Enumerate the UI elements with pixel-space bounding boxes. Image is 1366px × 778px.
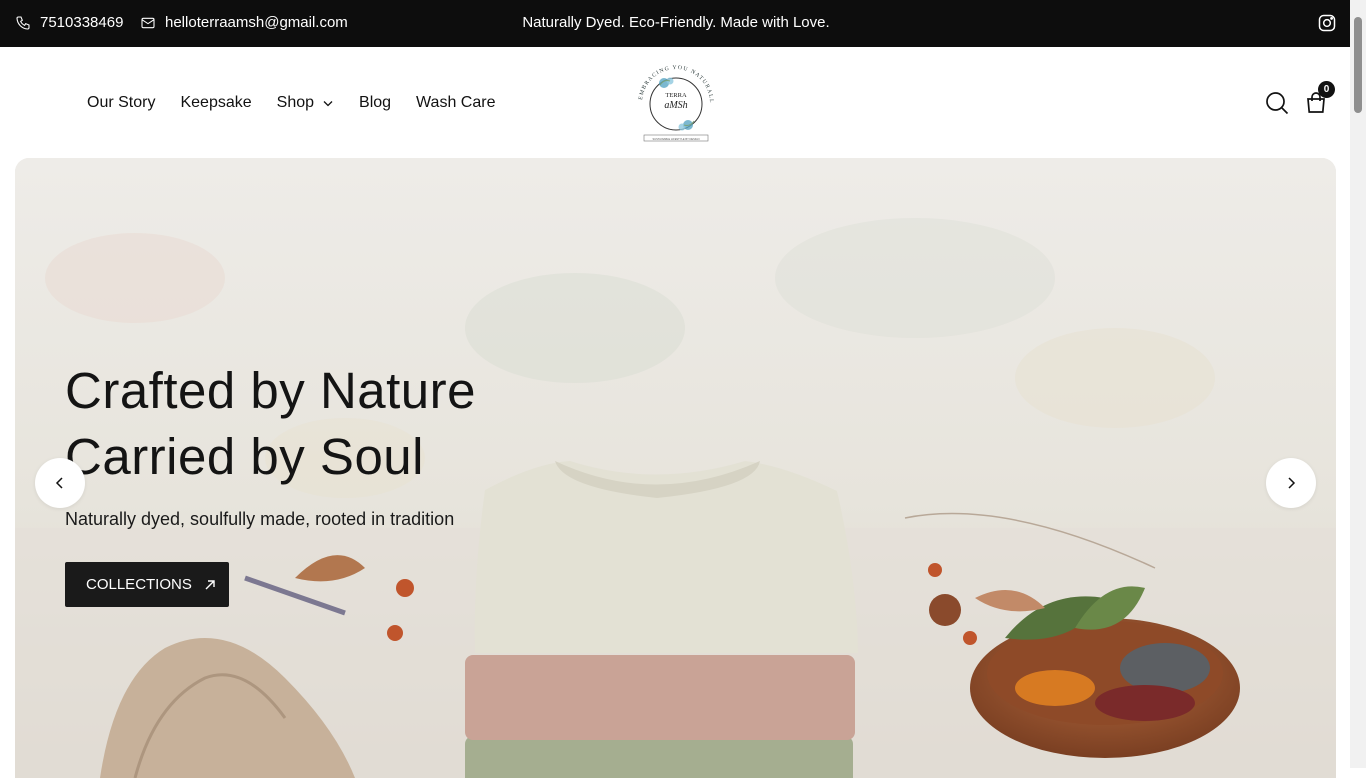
arrow-up-right-icon	[205, 579, 215, 589]
hero-title-line1: Crafted by Nature	[65, 362, 477, 419]
site-header: Our Story Keepsake Shop Blog Wash Care E…	[0, 47, 1350, 158]
nav-label[interactable]: Keepsake	[180, 94, 251, 112]
collections-button[interactable]: COLLECTIONS	[65, 562, 229, 607]
announcement-bar: 7510338469 helloterraamsh@gmail.com Natu…	[0, 0, 1366, 47]
scrollbar-thumb[interactable]	[1354, 17, 1362, 113]
logo-brand-line1: TERRA	[665, 92, 687, 99]
hero-title: Crafted by Nature Carried by Soul	[65, 358, 476, 490]
nav-keepsake[interactable]: Keepsake	[180, 94, 251, 112]
chevron-left-icon	[55, 477, 63, 489]
nav-our-story[interactable]: Our Story	[87, 94, 155, 112]
main-nav: Our Story Keepsake Shop Blog Wash Care	[87, 94, 495, 112]
instagram-icon[interactable]	[1317, 13, 1337, 33]
page-scrollbar[interactable]	[1350, 0, 1366, 768]
hero-title-line2: Carried by Soul	[65, 428, 424, 485]
nav-shop[interactable]: Shop	[277, 94, 334, 112]
nav-blog[interactable]: Blog	[359, 94, 391, 112]
chevron-right-icon	[1288, 477, 1296, 489]
hero-slideshow: Crafted by Nature Carried by Soul Natura…	[15, 158, 1336, 778]
chevron-down-icon	[323, 101, 333, 107]
cart-count-badge: 0	[1318, 81, 1335, 98]
hero-subtitle: Naturally dyed, soulfully made, rooted i…	[65, 509, 455, 529]
nav-label[interactable]: Our Story	[87, 94, 155, 112]
brand-logo[interactable]: EMBRACING YOU NATURALLY TERRA aMSh SUSTA…	[632, 59, 720, 145]
nav-wash-care[interactable]: Wash Care	[416, 94, 495, 112]
announcement-text: Naturally Dyed. Eco-Friendly. Made with …	[522, 14, 830, 31]
next-slide-button[interactable]	[1266, 458, 1316, 508]
collections-button-label: COLLECTIONS	[86, 576, 192, 593]
previous-slide-button[interactable]	[35, 458, 85, 508]
logo-brand-line2: aMSh	[664, 100, 687, 111]
logo-tagline: SUSTAINABLE LIFESTYLE BY DESIGN	[653, 137, 700, 141]
nav-label[interactable]: Wash Care	[416, 94, 495, 112]
search-icon[interactable]	[1265, 91, 1289, 115]
nav-label[interactable]: Blog	[359, 94, 391, 112]
nav-label[interactable]: Shop	[277, 94, 314, 112]
